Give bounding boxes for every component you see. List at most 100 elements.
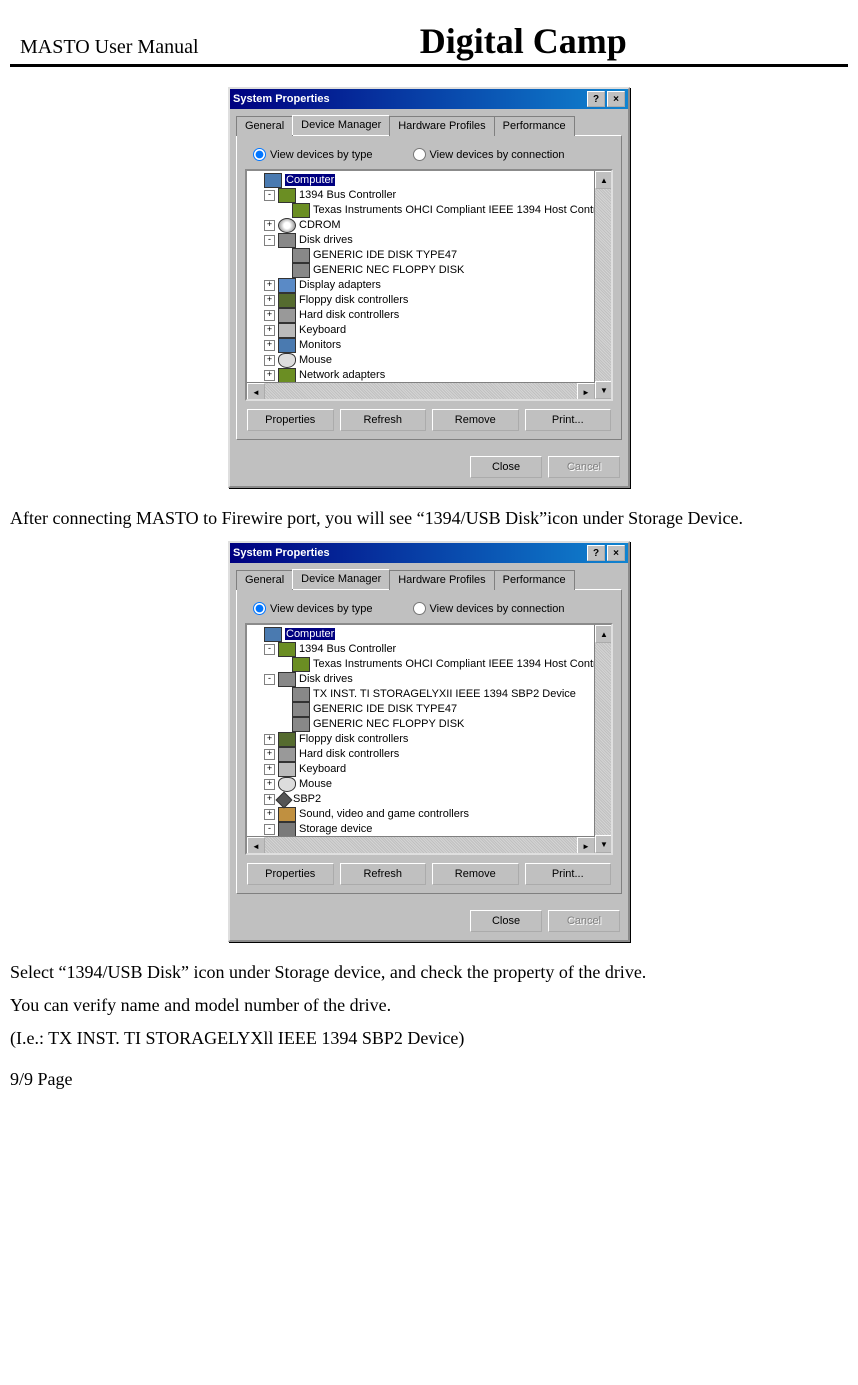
tree-item[interactable]: Computer [249, 173, 609, 188]
print-button[interactable]: Print... [525, 409, 612, 431]
expand-icon[interactable]: - [264, 235, 275, 246]
expand-icon[interactable]: + [264, 325, 275, 336]
expand-icon[interactable]: + [264, 749, 275, 760]
remove-button[interactable]: Remove [432, 863, 519, 885]
scroll-up-icon[interactable]: ▲ [595, 625, 613, 643]
expand-icon[interactable]: + [264, 370, 275, 381]
tree-item[interactable]: +Monitors [249, 338, 609, 353]
scroll-up-icon[interactable]: ▲ [595, 171, 613, 189]
remove-button[interactable]: Remove [432, 409, 519, 431]
tree-item[interactable]: -Storage device [249, 822, 609, 837]
tab-general[interactable]: General [236, 116, 293, 136]
tree-item[interactable]: - 1394 Bus Controller [249, 188, 609, 203]
tree-item[interactable]: GENERIC IDE DISK TYPE47 [249, 702, 609, 717]
close-icon[interactable]: × [607, 91, 625, 107]
tree-item-label: 1394 Bus Controller [299, 188, 396, 203]
radio-by-connection[interactable]: View devices by connection [413, 602, 565, 615]
tree-item[interactable]: GENERIC NEC FLOPPY DISK [249, 717, 609, 732]
expand-icon[interactable]: + [264, 794, 275, 805]
titlebar: System Properties ? × [230, 543, 628, 563]
properties-button[interactable]: Properties [247, 863, 334, 885]
expand-icon[interactable]: + [264, 355, 275, 366]
tree-item[interactable]: GENERIC IDE DISK TYPE47 [249, 248, 609, 263]
tab-hardware-profiles[interactable]: Hardware Profiles [389, 116, 494, 136]
tree-item-label: Texas Instruments OHCI Compliant IEEE 13… [313, 657, 603, 672]
tree-item[interactable]: + Floppy disk controllers [249, 732, 609, 747]
expand-icon[interactable]: + [264, 764, 275, 775]
tree-item[interactable]: +Display adapters [249, 278, 609, 293]
expand-icon[interactable]: - [264, 674, 275, 685]
scroll-left-icon[interactable]: ◄ [247, 837, 265, 855]
tree-item[interactable]: +Mouse [249, 353, 609, 368]
tree-item[interactable]: +SBP2 [249, 792, 609, 807]
close-icon[interactable]: × [607, 545, 625, 561]
expand-icon[interactable]: + [264, 734, 275, 745]
tree-item[interactable]: +Network adapters [249, 368, 609, 383]
scroll-right-icon[interactable]: ► [577, 837, 595, 855]
expand-icon[interactable]: + [264, 280, 275, 291]
scroll-down-icon[interactable]: ▼ [595, 835, 613, 853]
tree-item[interactable]: -Disk drives [249, 233, 609, 248]
vertical-scrollbar[interactable]: ▲ ▼ [594, 625, 611, 853]
properties-button[interactable]: Properties [247, 409, 334, 431]
tree-item[interactable]: Texas Instruments OHCI Compliant IEEE 13… [249, 203, 609, 218]
radio-by-type[interactable]: View devices by type [253, 148, 373, 161]
tab-device-manager[interactable]: Device Manager [292, 115, 390, 135]
scroll-down-icon[interactable]: ▼ [595, 381, 613, 399]
vertical-scrollbar[interactable]: ▲ ▼ [594, 171, 611, 399]
help-icon[interactable]: ? [587, 91, 605, 107]
tree-item[interactable]: +Keyboard [249, 323, 609, 338]
tree-item[interactable]: + Hard disk controllers [249, 747, 609, 762]
tree-item[interactable]: +Keyboard [249, 762, 609, 777]
expand-icon[interactable]: - [264, 190, 275, 201]
expand-icon[interactable]: + [264, 809, 275, 820]
expand-icon[interactable]: + [264, 220, 275, 231]
tree-item[interactable]: GENERIC NEC FLOPPY DISK [249, 263, 609, 278]
tab-performance[interactable]: Performance [494, 570, 575, 590]
radio-by-connection[interactable]: View devices by connection [413, 148, 565, 161]
refresh-button[interactable]: Refresh [340, 863, 427, 885]
print-button[interactable]: Print... [525, 863, 612, 885]
kbd-icon [278, 323, 296, 338]
expand-icon[interactable]: - [264, 644, 275, 655]
tree-item[interactable]: +Mouse [249, 777, 609, 792]
horizontal-scrollbar[interactable]: ◄ ► [247, 836, 595, 853]
disk-icon [292, 687, 310, 702]
tree-item-label: Computer [285, 627, 335, 642]
cancel-button: Cancel [548, 910, 620, 932]
hd-icon [278, 747, 296, 762]
expand-icon[interactable]: + [264, 340, 275, 351]
close-button[interactable]: Close [470, 456, 542, 478]
radio-by-type[interactable]: View devices by type [253, 602, 373, 615]
expand-icon[interactable]: + [264, 295, 275, 306]
tree-item[interactable]: +CDROM [249, 218, 609, 233]
tree-item-label: Floppy disk controllers [299, 732, 408, 747]
tree-item[interactable]: Texas Instruments OHCI Compliant IEEE 13… [249, 657, 609, 672]
expand-icon[interactable]: + [264, 310, 275, 321]
scroll-left-icon[interactable]: ◄ [247, 383, 265, 401]
disk-icon [292, 248, 310, 263]
disk-icon [278, 672, 296, 687]
device-tree[interactable]: Computer - 1394 Bus ControllerTexas Instru… [245, 169, 613, 401]
tree-item[interactable]: -1394 Bus Controller [249, 642, 609, 657]
close-button[interactable]: Close [470, 910, 542, 932]
tab-performance[interactable]: Performance [494, 116, 575, 136]
expand-icon[interactable]: + [264, 779, 275, 790]
paragraph-2: Select “1394/USB Disk” icon under Storag… [10, 962, 848, 983]
tree-item[interactable]: +Floppy disk controllers [249, 293, 609, 308]
help-icon[interactable]: ? [587, 545, 605, 561]
expand-icon[interactable]: - [264, 824, 275, 835]
tree-item[interactable]: Computer [249, 627, 609, 642]
refresh-button[interactable]: Refresh [340, 409, 427, 431]
tab-hardware-profiles[interactable]: Hardware Profiles [389, 570, 494, 590]
horizontal-scrollbar[interactable]: ◄ ► [247, 382, 595, 399]
tab-device-manager[interactable]: Device Manager [292, 569, 390, 589]
tree-item[interactable]: +Sound, video and game controllers [249, 807, 609, 822]
tree-item[interactable]: +Hard disk controllers [249, 308, 609, 323]
tree-item[interactable]: -Disk drives [249, 672, 609, 687]
tree-item[interactable]: TX INST. TI STORAGELYXII IEEE 1394 SBP2 … [249, 687, 609, 702]
device-tree[interactable]: Computer-1394 Bus ControllerTexas Instru… [245, 623, 613, 855]
scroll-right-icon[interactable]: ► [577, 383, 595, 401]
tab-general[interactable]: General [236, 570, 293, 590]
tree-item-label: Hard disk controllers [299, 747, 399, 762]
